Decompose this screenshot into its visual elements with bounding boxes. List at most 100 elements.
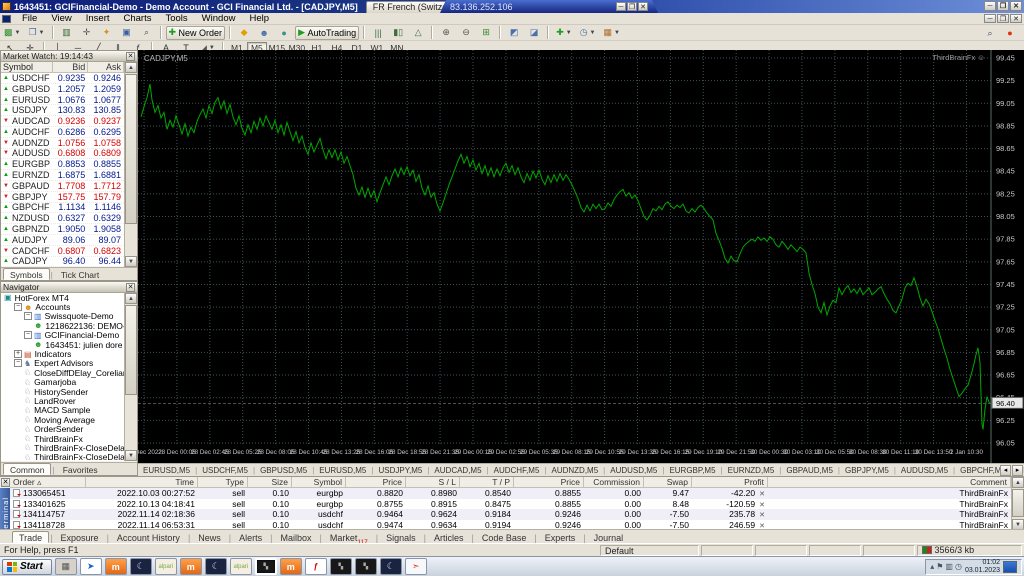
column-header-sl[interactable]: S / L bbox=[406, 477, 460, 487]
taskbar-black-app-3-icon[interactable]: ▚ bbox=[354, 558, 377, 575]
tree-expander-icon[interactable]: + bbox=[14, 350, 22, 359]
periods-menu-button[interactable]: ◷ ▼ bbox=[577, 26, 599, 40]
arrange-windows-button[interactable]: ◩ bbox=[505, 26, 523, 40]
menu-file[interactable]: File bbox=[15, 13, 44, 24]
navigator-item[interactable]: − ☻ Accounts bbox=[1, 302, 124, 312]
tile-windows-button[interactable]: ⊞ bbox=[477, 26, 495, 40]
navigator-toggle[interactable]: ✦ bbox=[98, 26, 116, 40]
strategy-tester-toggle[interactable]: ⌕ bbox=[138, 26, 156, 40]
new-order-button[interactable]: ✚ New Order bbox=[165, 25, 226, 40]
symbol-row-gbpjpy[interactable]: ▼ GBPJPY 157.75 157.79 bbox=[1, 192, 124, 203]
market-watch-scrollbar[interactable]: ▲ ▼ bbox=[124, 62, 137, 267]
chart-tab-gbpjpy-m5[interactable]: GBPJPY,M5 bbox=[840, 466, 894, 475]
symbol-row-audcad[interactable]: ▼ AUDCAD 0.9236 0.9237 bbox=[1, 116, 124, 127]
navigator-item[interactable]: + ▤ Indicators bbox=[1, 349, 124, 359]
bar-chart-button[interactable]: ||| bbox=[369, 26, 387, 40]
chart-tab-eurnzd-m5[interactable]: EURNZD,M5 bbox=[723, 466, 780, 475]
navigator-tab-favorites[interactable]: Favorites bbox=[56, 463, 105, 475]
navigator-close-icon[interactable]: ✕ bbox=[126, 282, 135, 292]
navigator-item[interactable]: ☻1218622136: DEMO-121862 bbox=[1, 321, 124, 331]
tree-expander-icon[interactable]: − bbox=[24, 331, 32, 340]
chart-tabs-scroll-left-icon[interactable]: ◂ bbox=[1000, 465, 1011, 476]
taskbar-black-app-2-icon[interactable]: ▚ bbox=[329, 558, 352, 575]
terminal-toggle[interactable]: ▣ bbox=[118, 26, 136, 40]
column-header-commission[interactable]: Commission bbox=[584, 477, 644, 487]
navigator-item[interactable]: − ▥ GCIFinancial-Demo bbox=[1, 330, 124, 340]
column-header-price[interactable]: Price bbox=[346, 477, 406, 487]
navigator-item[interactable]: ♘ ThirdBrainFx bbox=[1, 434, 124, 444]
chart-tab-eurusd-m5[interactable]: EURUSD,M5 bbox=[314, 466, 371, 475]
symbol-row-eurusd[interactable]: ▲ EURUSD 1.0676 1.0677 bbox=[1, 95, 124, 106]
order-row-133065451[interactable]: 133065451 2022.10.03 00:27:52 sell 0.10 eurg… bbox=[10, 488, 1011, 499]
rdp-restore-button[interactable]: ❐ bbox=[627, 2, 637, 11]
taskbar-mt4-app-3-icon[interactable]: m bbox=[279, 558, 302, 575]
column-header-symbol[interactable]: Symbol bbox=[292, 477, 346, 487]
taskbar-fxdd-app-icon[interactable]: ƒ bbox=[304, 558, 327, 575]
column-header-tp[interactable]: T / P bbox=[460, 477, 514, 487]
terminal-tab-mailbox[interactable]: Mailbox bbox=[274, 531, 319, 543]
terminal-tab-account-history[interactable]: Account History bbox=[110, 531, 187, 543]
symbol-row-gbpnzd[interactable]: ▲ GBPNZD 1.9050 1.9058 bbox=[1, 224, 124, 235]
live-update-button[interactable]: ● bbox=[1001, 26, 1019, 40]
chart-tab-audusd-m5[interactable]: AUDUSD,M5 bbox=[605, 466, 662, 475]
taskbar-mt4-app-2-icon[interactable]: m bbox=[179, 558, 202, 575]
terminal-tab-exposure[interactable]: Exposure bbox=[54, 531, 106, 543]
tree-expander-icon[interactable]: − bbox=[24, 312, 32, 321]
taskbar-moon-app-1-icon[interactable]: ☾ bbox=[129, 558, 152, 575]
navigator-item[interactable]: ♘ OrderSender bbox=[1, 424, 124, 434]
menu-view[interactable]: View bbox=[44, 13, 78, 24]
chart-restore-button[interactable]: ❐ bbox=[997, 14, 1009, 23]
chart-tab-audnzd-m5[interactable]: AUDNZD,M5 bbox=[546, 466, 603, 475]
chart-tab-audcad-m5[interactable]: AUDCAD,M5 bbox=[429, 466, 486, 475]
taskbar-bird-app-icon[interactable]: ➣ bbox=[404, 558, 427, 575]
symbol-row-usdjpy[interactable]: ▲ USDJPY 130.83 130.85 bbox=[1, 105, 124, 117]
templates-menu-button[interactable]: ▦ ▼ bbox=[601, 26, 623, 40]
zoom-out-button[interactable]: ⊖ bbox=[457, 26, 475, 40]
order-row-133401625[interactable]: 133401625 2022.10.13 04:18:41 sell 0.10 eurg… bbox=[10, 499, 1011, 510]
navigator-item[interactable]: ♘CloseDiffDElay_CorelianCharts bbox=[1, 368, 124, 378]
market-watch-tab-tick-chart[interactable]: Tick Chart bbox=[54, 268, 106, 280]
chart-tab-usdjpy-m5[interactable]: USDJPY,M5 bbox=[373, 466, 427, 475]
navigator-item[interactable]: ♘ HistorySender bbox=[1, 387, 124, 397]
terminal-tab-market[interactable]: Market117 bbox=[323, 531, 375, 546]
order-row-134114757[interactable]: 134114757 2022.11.14 02:18:36 sell 0.10 usdc… bbox=[10, 509, 1011, 520]
tray-icon-3[interactable]: ◷ bbox=[955, 562, 962, 571]
symbol-row-gbpaud[interactable]: ▼ GBPAUD 1.7708 1.7712 bbox=[1, 181, 124, 192]
symbol-row-nzdusd[interactable]: ▲ NZDUSD 0.6327 0.6329 bbox=[1, 213, 124, 225]
price-chart[interactable]: 99.45 99.25 99.05 98.85 98.65 98.45 98.25 98.05… bbox=[126, 50, 1024, 463]
column-header-profit[interactable]: Profit bbox=[692, 477, 768, 487]
menu-window[interactable]: Window bbox=[195, 13, 243, 24]
tray-icon-0[interactable]: ▴ bbox=[930, 562, 934, 571]
window-close-button[interactable]: ✕ bbox=[1010, 1, 1022, 11]
terminal-tab-code-base[interactable]: Code Base bbox=[475, 531, 534, 543]
taskbar-printer-app-icon[interactable]: ▦ bbox=[54, 558, 77, 575]
terminal-tab-journal[interactable]: Journal bbox=[587, 531, 631, 543]
terminal-tab-news[interactable]: News bbox=[191, 531, 228, 543]
start-button[interactable]: Start bbox=[2, 558, 52, 575]
terminal-close-icon[interactable]: ✕ bbox=[1, 478, 10, 487]
chart-tabs-scroll-right-icon[interactable]: ▸ bbox=[1012, 465, 1023, 476]
symbol-row-cadchf[interactable]: ▼ CADCHF 0.6807 0.6823 bbox=[1, 246, 124, 257]
menu-insert[interactable]: Insert bbox=[79, 13, 117, 24]
navigator-item[interactable]: ▣ HotForex MT4 bbox=[1, 293, 124, 303]
navigator-item[interactable]: ♘ Gamarjoba bbox=[1, 377, 124, 387]
window-restore-button[interactable]: ❐ bbox=[997, 1, 1009, 11]
navigator-item[interactable]: ♘ LandRover bbox=[1, 396, 124, 406]
zoom-in-button[interactable]: ⊕ bbox=[437, 26, 455, 40]
column-header-price2[interactable]: Price bbox=[514, 477, 584, 487]
metaeditor-button[interactable]: ◆ bbox=[235, 26, 253, 40]
tree-expander-icon[interactable]: − bbox=[14, 359, 22, 368]
navigator-scrollbar[interactable]: ▲ ▼ bbox=[124, 293, 137, 461]
navigator-item[interactable]: ♘ MACD Sample bbox=[1, 405, 124, 415]
close-order-icon[interactable]: ✕ bbox=[759, 502, 765, 509]
new-chart-button[interactable]: ▩ ▼ bbox=[1, 26, 23, 40]
chart-tab-audchf-m5[interactable]: AUDCHF,M5 bbox=[489, 466, 545, 475]
column-header-swap[interactable]: Swap bbox=[644, 477, 692, 487]
navigator-item[interactable]: ☻ 1643451: julien dore bbox=[1, 340, 124, 350]
window-minimize-button[interactable]: ─ bbox=[984, 1, 996, 11]
indicators-menu-button[interactable]: ✚ ▼ bbox=[553, 26, 575, 40]
navigator-item[interactable]: ♘ Moving Average bbox=[1, 415, 124, 425]
chart-close-button[interactable]: ✕ bbox=[1010, 14, 1022, 23]
search-button[interactable]: ⌕ bbox=[981, 26, 999, 40]
menu-help[interactable]: Help bbox=[242, 13, 276, 24]
